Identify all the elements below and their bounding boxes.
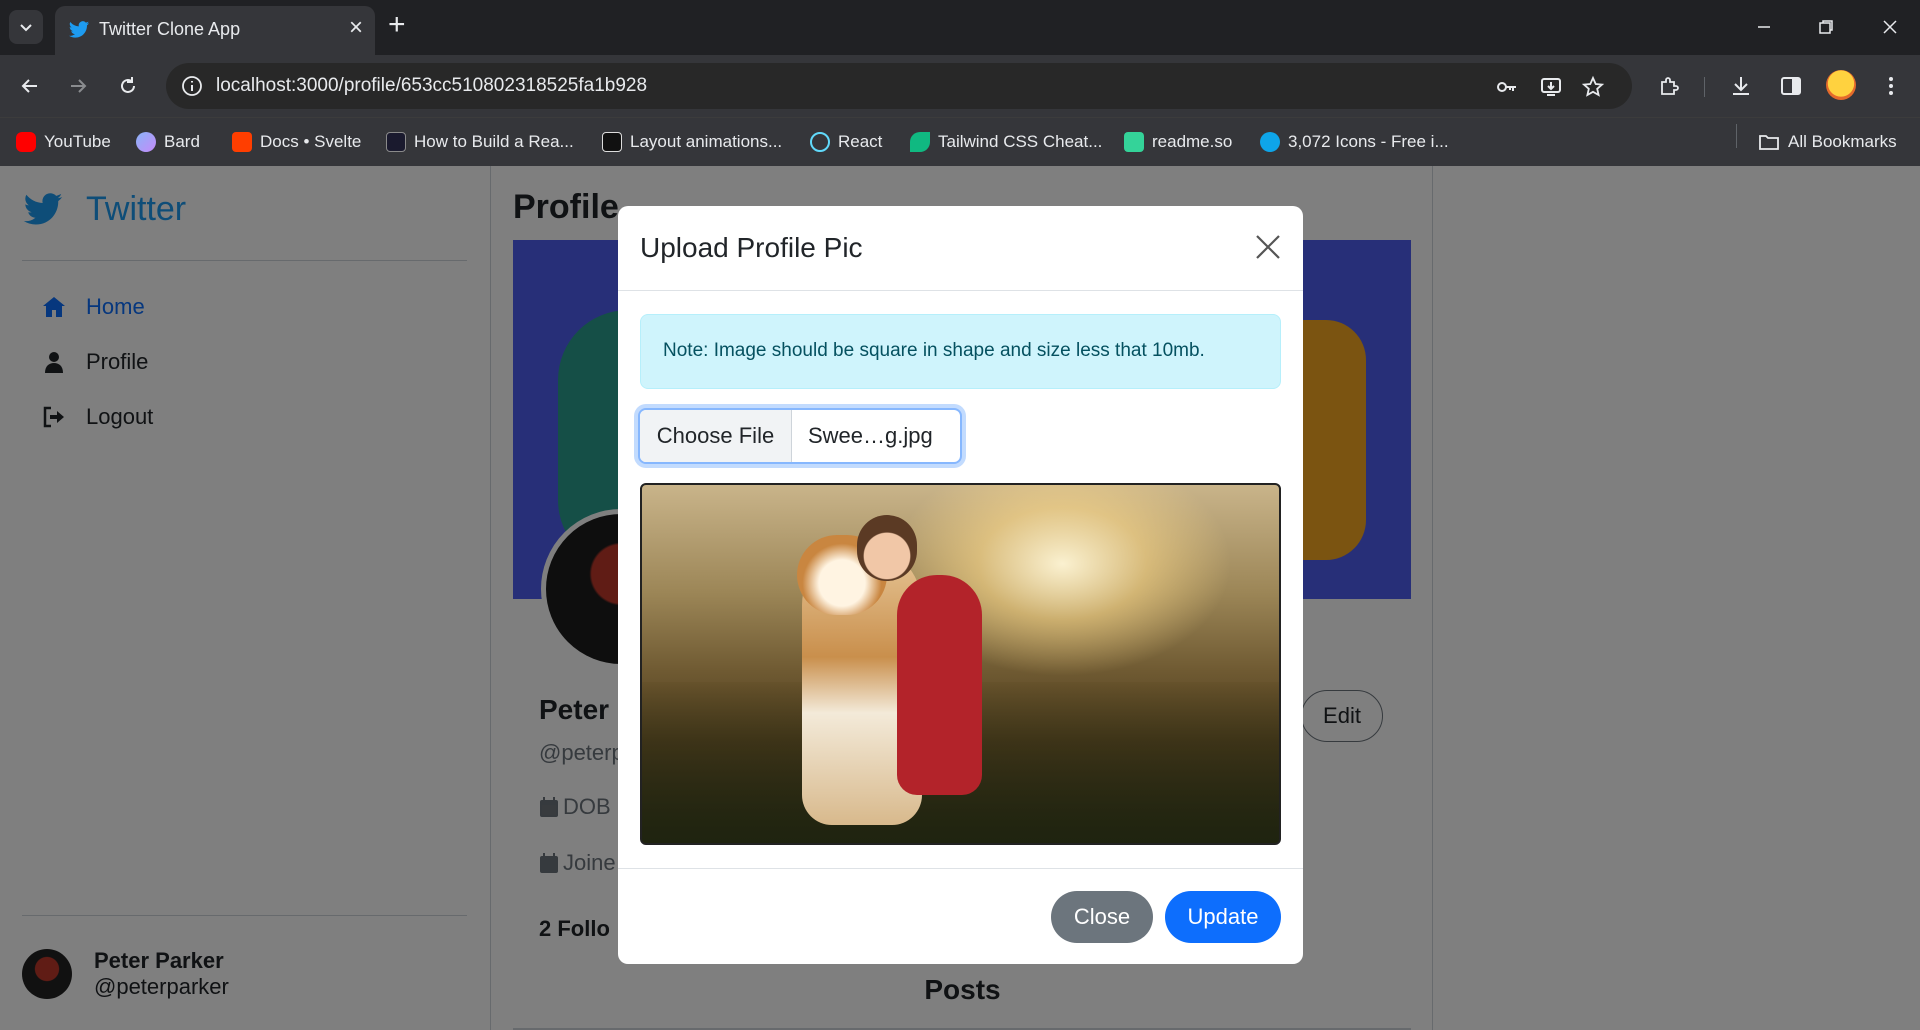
search-icon: [1260, 132, 1280, 152]
bookmark-icons[interactable]: 3,072 Icons - Free i...: [1260, 128, 1449, 156]
selected-file-name: Swee…g.jpg: [808, 423, 933, 448]
bookmarks-bar: YouTube Bard Docs • Svelte How to Build …: [0, 117, 1920, 166]
bookmark-build-react[interactable]: How to Build a Rea...: [386, 128, 574, 156]
readme-icon: [1124, 132, 1144, 152]
upload-profile-pic-modal: Upload Profile Pic Note: Image should be…: [618, 206, 1303, 964]
modal-close-button[interactable]: [1253, 232, 1283, 262]
choose-file-button[interactable]: Choose File: [640, 410, 792, 462]
minimize-button[interactable]: [1744, 10, 1784, 44]
update-button[interactable]: Update: [1165, 891, 1281, 943]
extensions-icon[interactable]: [1652, 69, 1686, 103]
image-preview: [640, 483, 1281, 845]
close-button[interactable]: Close: [1051, 891, 1153, 943]
bookmark-react[interactable]: React: [810, 128, 882, 156]
close-icon: [1883, 20, 1897, 34]
bookmark-youtube[interactable]: YouTube: [16, 128, 111, 156]
browser-toolbar: localhost:3000/profile/653cc510802318525…: [0, 55, 1920, 117]
tailwind-icon: [910, 132, 930, 152]
chevron-down-icon: [20, 24, 32, 32]
minimize-icon: [1758, 26, 1770, 28]
forward-button[interactable]: [61, 69, 95, 103]
tab-close-icon[interactable]: ×: [349, 16, 363, 40]
site-logo-icon: [386, 132, 406, 152]
browser-chrome: Twitter Clone App × + localhost:3000/pro…: [0, 0, 1920, 166]
bookmark-svelte[interactable]: Docs • Svelte: [232, 128, 361, 156]
password-key-icon[interactable]: [1494, 74, 1520, 100]
twitter-bird-icon: [68, 21, 90, 38]
install-app-icon[interactable]: [1538, 74, 1564, 100]
restore-icon: [1819, 20, 1833, 34]
new-tab-button[interactable]: +: [388, 10, 406, 40]
info-alert: Note: Image should be square in shape an…: [640, 314, 1281, 389]
url-text[interactable]: localhost:3000/profile/653cc510802318525…: [216, 75, 647, 97]
browser-tab[interactable]: Twitter Clone App ×: [55, 6, 375, 55]
browser-profile-avatar[interactable]: [1826, 70, 1856, 100]
file-input[interactable]: Choose File Swee…g.jpg: [638, 408, 962, 464]
restore-button[interactable]: [1806, 10, 1846, 44]
modal-footer: Close Update: [618, 868, 1303, 964]
toolbar-divider: [1704, 77, 1705, 97]
bard-icon: [136, 132, 156, 152]
bookmarks-divider: [1736, 124, 1737, 148]
window-close-button[interactable]: [1870, 10, 1910, 44]
react-icon: [810, 132, 830, 152]
framer-icon: [602, 132, 622, 152]
arrow-right-icon: [71, 79, 87, 93]
tab-strip: Twitter Clone App × +: [0, 0, 1920, 55]
reload-icon: [121, 77, 135, 93]
site-info-icon[interactable]: [180, 74, 204, 98]
tab-title: Twitter Clone App: [99, 19, 241, 39]
modal-title: Upload Profile Pic: [640, 232, 863, 263]
star-icon[interactable]: [1580, 74, 1606, 100]
reload-button[interactable]: [111, 69, 145, 103]
all-bookmarks-button[interactable]: All Bookmarks: [1758, 128, 1897, 156]
youtube-icon: [16, 132, 36, 152]
close-icon: [1256, 235, 1280, 259]
arrow-left-icon: [21, 79, 37, 93]
modal-header: Upload Profile Pic: [618, 206, 1303, 291]
back-button[interactable]: [13, 69, 47, 103]
bookmark-readme[interactable]: readme.so: [1124, 128, 1232, 156]
bookmark-layout-animations[interactable]: Layout animations...: [602, 128, 782, 156]
side-panel-icon[interactable]: [1774, 69, 1808, 103]
bookmark-tailwind[interactable]: Tailwind CSS Cheat...: [910, 128, 1102, 156]
address-bar[interactable]: localhost:3000/profile/653cc510802318525…: [166, 63, 1632, 109]
tab-search-button[interactable]: [9, 10, 43, 44]
preview-girl: [897, 575, 982, 795]
downloads-icon[interactable]: [1724, 69, 1758, 103]
browser-menu-icon[interactable]: [1874, 69, 1908, 103]
alert-text: Note: Image should be square in shape an…: [663, 340, 1205, 361]
svelte-icon: [232, 132, 252, 152]
folder-icon: [1759, 135, 1779, 150]
bookmark-bard[interactable]: Bard: [136, 128, 200, 156]
preview-girl-head: [857, 515, 917, 581]
